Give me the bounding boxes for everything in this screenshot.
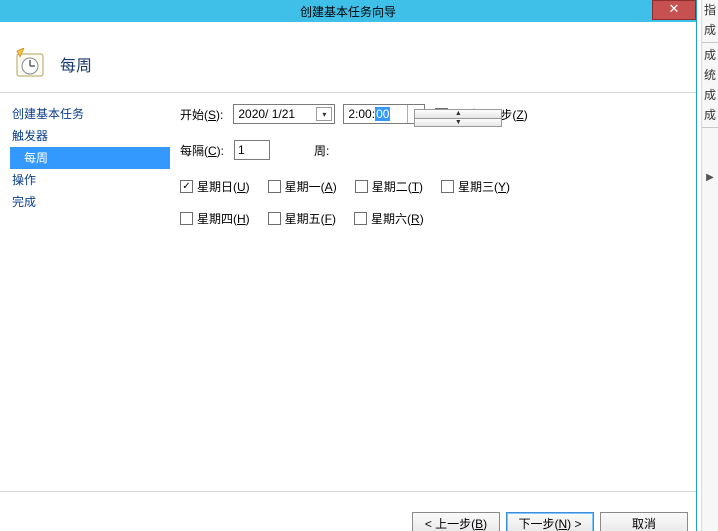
page-title: 每周 bbox=[60, 52, 92, 76]
start-row: 开始(S): 2020/ 1/21 ▾ 2:00:00 ▲ ▼ bbox=[180, 103, 684, 125]
checkbox-box bbox=[180, 180, 193, 193]
day-checkbox-2[interactable]: 星期二(T) bbox=[355, 178, 423, 195]
wizard-sidebar: 创建基本任务触发器每周操作完成 bbox=[0, 93, 170, 491]
wizard-footer: < 上一步(B) 下一步(N) > 取消 bbox=[0, 491, 696, 531]
bg-char: 统 bbox=[702, 65, 718, 85]
wizard-header: 每周 bbox=[0, 22, 696, 92]
close-icon: ✕ bbox=[669, 1, 680, 16]
day-checkbox-0[interactable]: 星期日(U) bbox=[180, 178, 250, 195]
interval-input[interactable]: 1 bbox=[234, 140, 270, 160]
interval-value: 1 bbox=[238, 143, 245, 157]
start-label: 开始(S): bbox=[180, 106, 223, 123]
checkbox-box bbox=[180, 212, 193, 225]
window-title: 创建基本任务向导 bbox=[300, 3, 396, 20]
sidebar-item-4[interactable]: 完成 bbox=[10, 191, 170, 213]
start-date-value: 2020/ 1/21 bbox=[236, 107, 295, 121]
day-checkbox-4[interactable]: 星期四(H) bbox=[180, 210, 250, 227]
day-checkbox-3[interactable]: 星期三(Y) bbox=[441, 178, 510, 195]
interval-label: 每隔(C): bbox=[180, 142, 224, 159]
sidebar-item-1[interactable]: 触发器 bbox=[10, 125, 170, 147]
spinner-down-icon[interactable]: ▼ bbox=[414, 119, 502, 128]
title-bar[interactable]: 创建基本任务向导 ✕ bbox=[0, 0, 696, 22]
days-row-1: 星期日(U) 星期一(A) 星期二(T) 星期三(Y) bbox=[180, 175, 684, 197]
sidebar-item-0[interactable]: 创建基本任务 bbox=[10, 103, 170, 125]
interval-row: 每隔(C): 1 周: bbox=[180, 139, 684, 161]
calendar-dropdown-icon[interactable]: ▾ bbox=[316, 107, 332, 121]
checkbox-box bbox=[354, 212, 367, 225]
bg-char: 指 bbox=[702, 0, 718, 20]
cancel-button[interactable]: 取消 bbox=[600, 512, 688, 531]
day-label: 星期六(R) bbox=[371, 210, 424, 227]
bg-char: 成 bbox=[702, 105, 718, 125]
bg-char: 成 bbox=[702, 45, 718, 65]
day-checkbox-5[interactable]: 星期五(F) bbox=[268, 210, 336, 227]
chevron-right-icon: ▶ bbox=[702, 168, 718, 188]
start-date-input[interactable]: 2020/ 1/21 ▾ bbox=[233, 104, 335, 124]
days-row-2: 星期四(H) 星期五(F) 星期六(R) bbox=[180, 207, 684, 229]
close-button[interactable]: ✕ bbox=[652, 0, 696, 20]
checkbox-box bbox=[268, 212, 281, 225]
day-label: 星期五(F) bbox=[285, 210, 336, 227]
back-button[interactable]: < 上一步(B) bbox=[412, 512, 500, 531]
checkbox-box bbox=[355, 180, 368, 193]
next-button[interactable]: 下一步(N) > bbox=[506, 512, 594, 531]
scheduled-task-icon bbox=[14, 48, 46, 80]
bg-char: 成 bbox=[702, 20, 718, 40]
day-checkbox-6[interactable]: 星期六(R) bbox=[354, 210, 424, 227]
interval-unit-label: 周: bbox=[314, 142, 329, 159]
bg-char: 成 bbox=[702, 85, 718, 105]
sidebar-item-3[interactable]: 操作 bbox=[10, 169, 170, 191]
checkbox-box bbox=[441, 180, 454, 193]
sidebar-item-2[interactable]: 每周 bbox=[10, 147, 170, 169]
spinner-up-icon[interactable]: ▲ bbox=[414, 109, 502, 119]
day-label: 星期三(Y) bbox=[458, 178, 510, 195]
day-label: 星期日(U) bbox=[197, 178, 250, 195]
day-checkbox-1[interactable]: 星期一(A) bbox=[268, 178, 337, 195]
checkbox-box bbox=[268, 180, 281, 193]
day-label: 星期一(A) bbox=[285, 178, 337, 195]
day-label: 星期四(H) bbox=[197, 210, 250, 227]
start-time-value: 2:00:00 bbox=[344, 107, 407, 121]
wizard-window: 创建基本任务向导 ✕ 每周 创建基本任务触发器每周操作完成 bbox=[0, 0, 697, 531]
start-time-input[interactable]: 2:00:00 ▲ ▼ bbox=[343, 104, 425, 124]
time-spinner[interactable]: ▲ ▼ bbox=[407, 105, 424, 123]
wizard-content: 开始(S): 2020/ 1/21 ▾ 2:00:00 ▲ ▼ bbox=[170, 93, 696, 491]
day-label: 星期二(T) bbox=[372, 178, 423, 195]
background-right-panel: 指 成 成 统 成 成 ▶ bbox=[701, 0, 718, 531]
